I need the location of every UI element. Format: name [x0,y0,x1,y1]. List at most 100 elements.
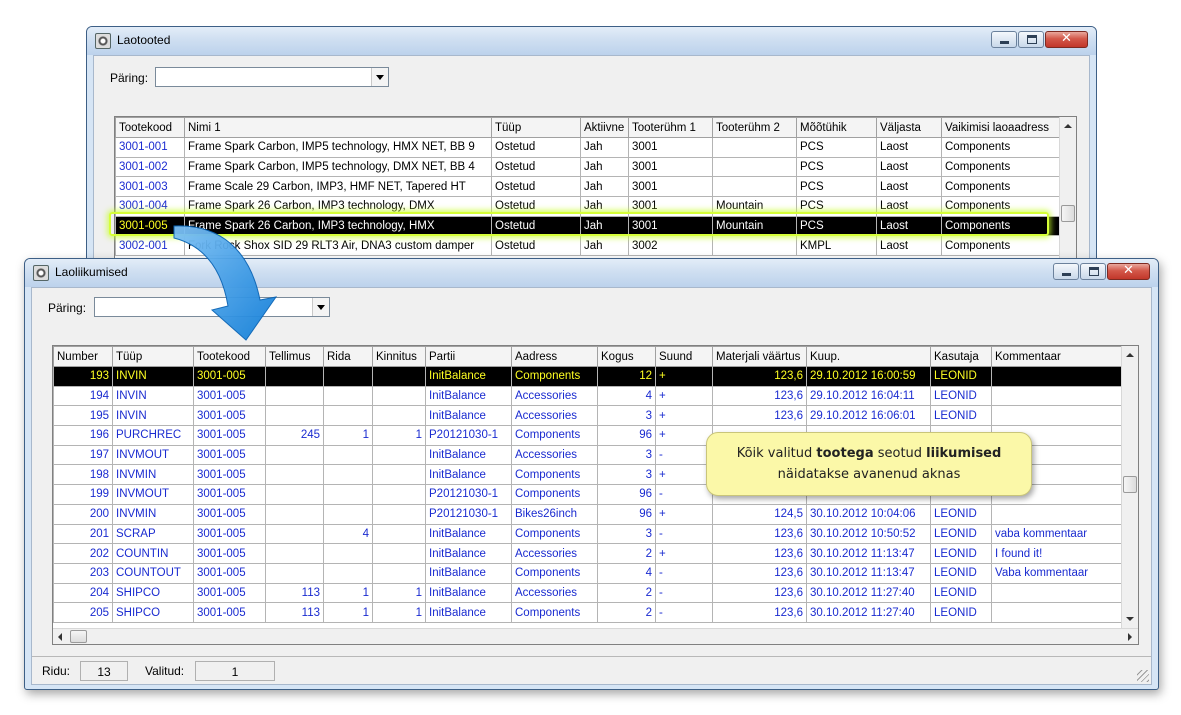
close-button[interactable]: ✕ [1045,31,1088,48]
table-cell: INVMIN [112,503,194,525]
table-row[interactable]: 200 INVMIN 3001-005 P20121030-1 Bikes26inch 9… [53,503,1122,525]
table-cell: 3001-001 [115,137,185,158]
table-cell: LEONID [930,366,992,387]
column-header[interactable]: Materjali väärtus [712,346,807,367]
table-row[interactable]: 203 COUNTOUT 3001-005 InitBalance Components… [53,562,1122,584]
table-cell: 3 [597,523,656,545]
column-header[interactable]: Rida [323,346,373,367]
table-row[interactable]: 3001-002 Frame Spark Carbon, IMP5 technol… [115,156,1060,178]
chevron-down-icon[interactable] [312,298,329,316]
table-cell: 202 [53,543,113,564]
callout-line-2: näidatakse avanenud aknas [777,467,961,482]
table-row[interactable]: 3001-003 Frame Scale 29 Carbon, IMP3, HMF… [115,176,1060,198]
table-row[interactable]: 204 SHIPCO 3001-005 113 1 1 InitBalance Accesso… [53,582,1122,604]
table-row[interactable]: 205 SHIPCO 3001-005 113 1 1 InitBalance Compone… [53,602,1122,623]
table-cell [265,484,324,505]
table-cell: LEONID [930,543,992,564]
table-row[interactable]: 202 COUNTIN 3001-005 InitBalance Accessories… [53,543,1122,564]
maximize-button[interactable] [1018,31,1044,48]
column-header[interactable]: Kasutaja [930,346,992,367]
scroll-thumb[interactable] [1123,476,1137,493]
table-cell: INVIN [112,405,194,427]
table-cell: 3001-005 [193,503,266,525]
resize-grip-icon[interactable] [1137,670,1149,682]
movements-window-titlebar[interactable]: Laoliikumised ✕ [25,259,1158,287]
table-cell: Laost [876,176,942,198]
minimize-button[interactable] [1053,263,1079,280]
query-combo[interactable] [155,67,389,87]
table-cell: InitBalance [425,543,512,564]
scroll-left-icon[interactable] [58,633,62,641]
table-cell: LEONID [930,385,992,407]
table-cell: LEONID [930,582,992,604]
column-header[interactable]: Mõõtühik [796,117,877,138]
column-header[interactable]: Tootekood [115,117,185,138]
table-cell: 30.10.2012 11:13:47 [806,562,931,584]
column-header[interactable]: Partii [425,346,512,367]
query-combo[interactable] [94,297,330,317]
table-cell: 4 [323,523,373,545]
movements-horizontal-scrollbar[interactable] [53,628,1138,644]
table-cell: 3001-005 [193,543,266,564]
table-cell [372,385,426,407]
scroll-thumb[interactable] [1061,205,1075,222]
table-cell: 3001 [628,176,713,198]
movements-vertical-scrollbar[interactable] [1121,346,1138,628]
table-cell: 204 [53,582,113,604]
table-cell [265,385,324,407]
table-cell: 123,6 [712,543,807,564]
selected-count-value: 1 [195,661,275,681]
table-row[interactable]: 201 SCRAP 3001-005 4 InitBalance Components 3-… [53,523,1122,545]
scroll-down-icon[interactable] [1126,617,1134,621]
column-header[interactable]: Tellimus [265,346,324,367]
scroll-up-icon[interactable] [1064,124,1072,128]
table-row[interactable]: 194 INVIN 3001-005 InitBalance Accessories 4 +… [53,385,1122,407]
table-cell: - [655,444,713,466]
column-header[interactable]: Kuup. [806,346,931,367]
column-header[interactable]: Aadress [511,346,598,367]
column-header[interactable]: Nimi 1 [184,117,492,138]
table-cell: PCS [796,156,877,178]
column-header[interactable]: Väljasta [876,117,942,138]
table-cell [323,503,373,525]
column-header[interactable]: Suund [655,346,713,367]
maximize-button[interactable] [1080,263,1106,280]
table-cell [323,385,373,407]
window-controls: ✕ [1052,263,1150,280]
table-cell: SHIPCO [112,602,194,623]
horizontal-scroll-thumb[interactable] [70,630,87,643]
table-cell [991,385,1122,407]
products-window-titlebar[interactable]: Laotooted ✕ [87,27,1096,55]
table-cell: Fork Rock Shox SID 29 RLT3 Air, DNA3 cus… [184,235,492,257]
table-row[interactable]: 3001-001 Frame Spark Carbon, IMP5 technol… [115,137,1060,158]
minimize-button[interactable] [991,31,1017,48]
table-cell: 205 [53,602,113,623]
table-row[interactable]: 3002-001 Fork Rock Shox SID 29 RLT3 Air, … [115,235,1060,257]
column-header[interactable]: Vaikimisi laoaadress [941,117,1060,138]
products-window-body: Päring: Tootekood Nimi 1 Tüüp Aktiivne Toote… [93,55,1090,285]
table-cell: + [655,464,713,486]
column-header[interactable]: Kinnitus [372,346,426,367]
table-cell: Laost [876,235,942,257]
table-row[interactable]: 193 INVIN 3001-005 InitBalance Components 12 +… [53,366,1122,387]
column-header[interactable]: Tooterühm 2 [712,117,797,138]
close-button[interactable]: ✕ [1107,263,1150,280]
column-header[interactable]: Aktiivne [580,117,629,138]
column-header[interactable]: Tootekood [193,346,266,367]
table-cell [323,366,373,387]
table-cell: 2 [597,582,656,604]
column-header[interactable]: Tooterühm 1 [628,117,713,138]
table-cell: - [655,602,713,623]
table-cell: Frame Scale 29 Carbon, IMP3, HMF NET, Ta… [184,176,492,198]
scroll-right-icon[interactable] [1128,633,1132,641]
column-header[interactable]: Number [53,346,113,367]
column-header[interactable]: Tüüp [112,346,194,367]
column-header[interactable]: Tüüp [491,117,581,138]
table-row[interactable]: 195 INVIN 3001-005 InitBalance Accessories 3 +… [53,405,1122,427]
column-header[interactable]: Kogus [597,346,656,367]
chevron-down-icon[interactable] [371,68,388,86]
column-header[interactable]: Kommentaar [991,346,1122,367]
table-cell: 29.10.2012 16:00:59 [806,366,931,387]
table-cell: 29.10.2012 16:04:11 [806,385,931,407]
scroll-up-icon[interactable] [1126,353,1134,357]
